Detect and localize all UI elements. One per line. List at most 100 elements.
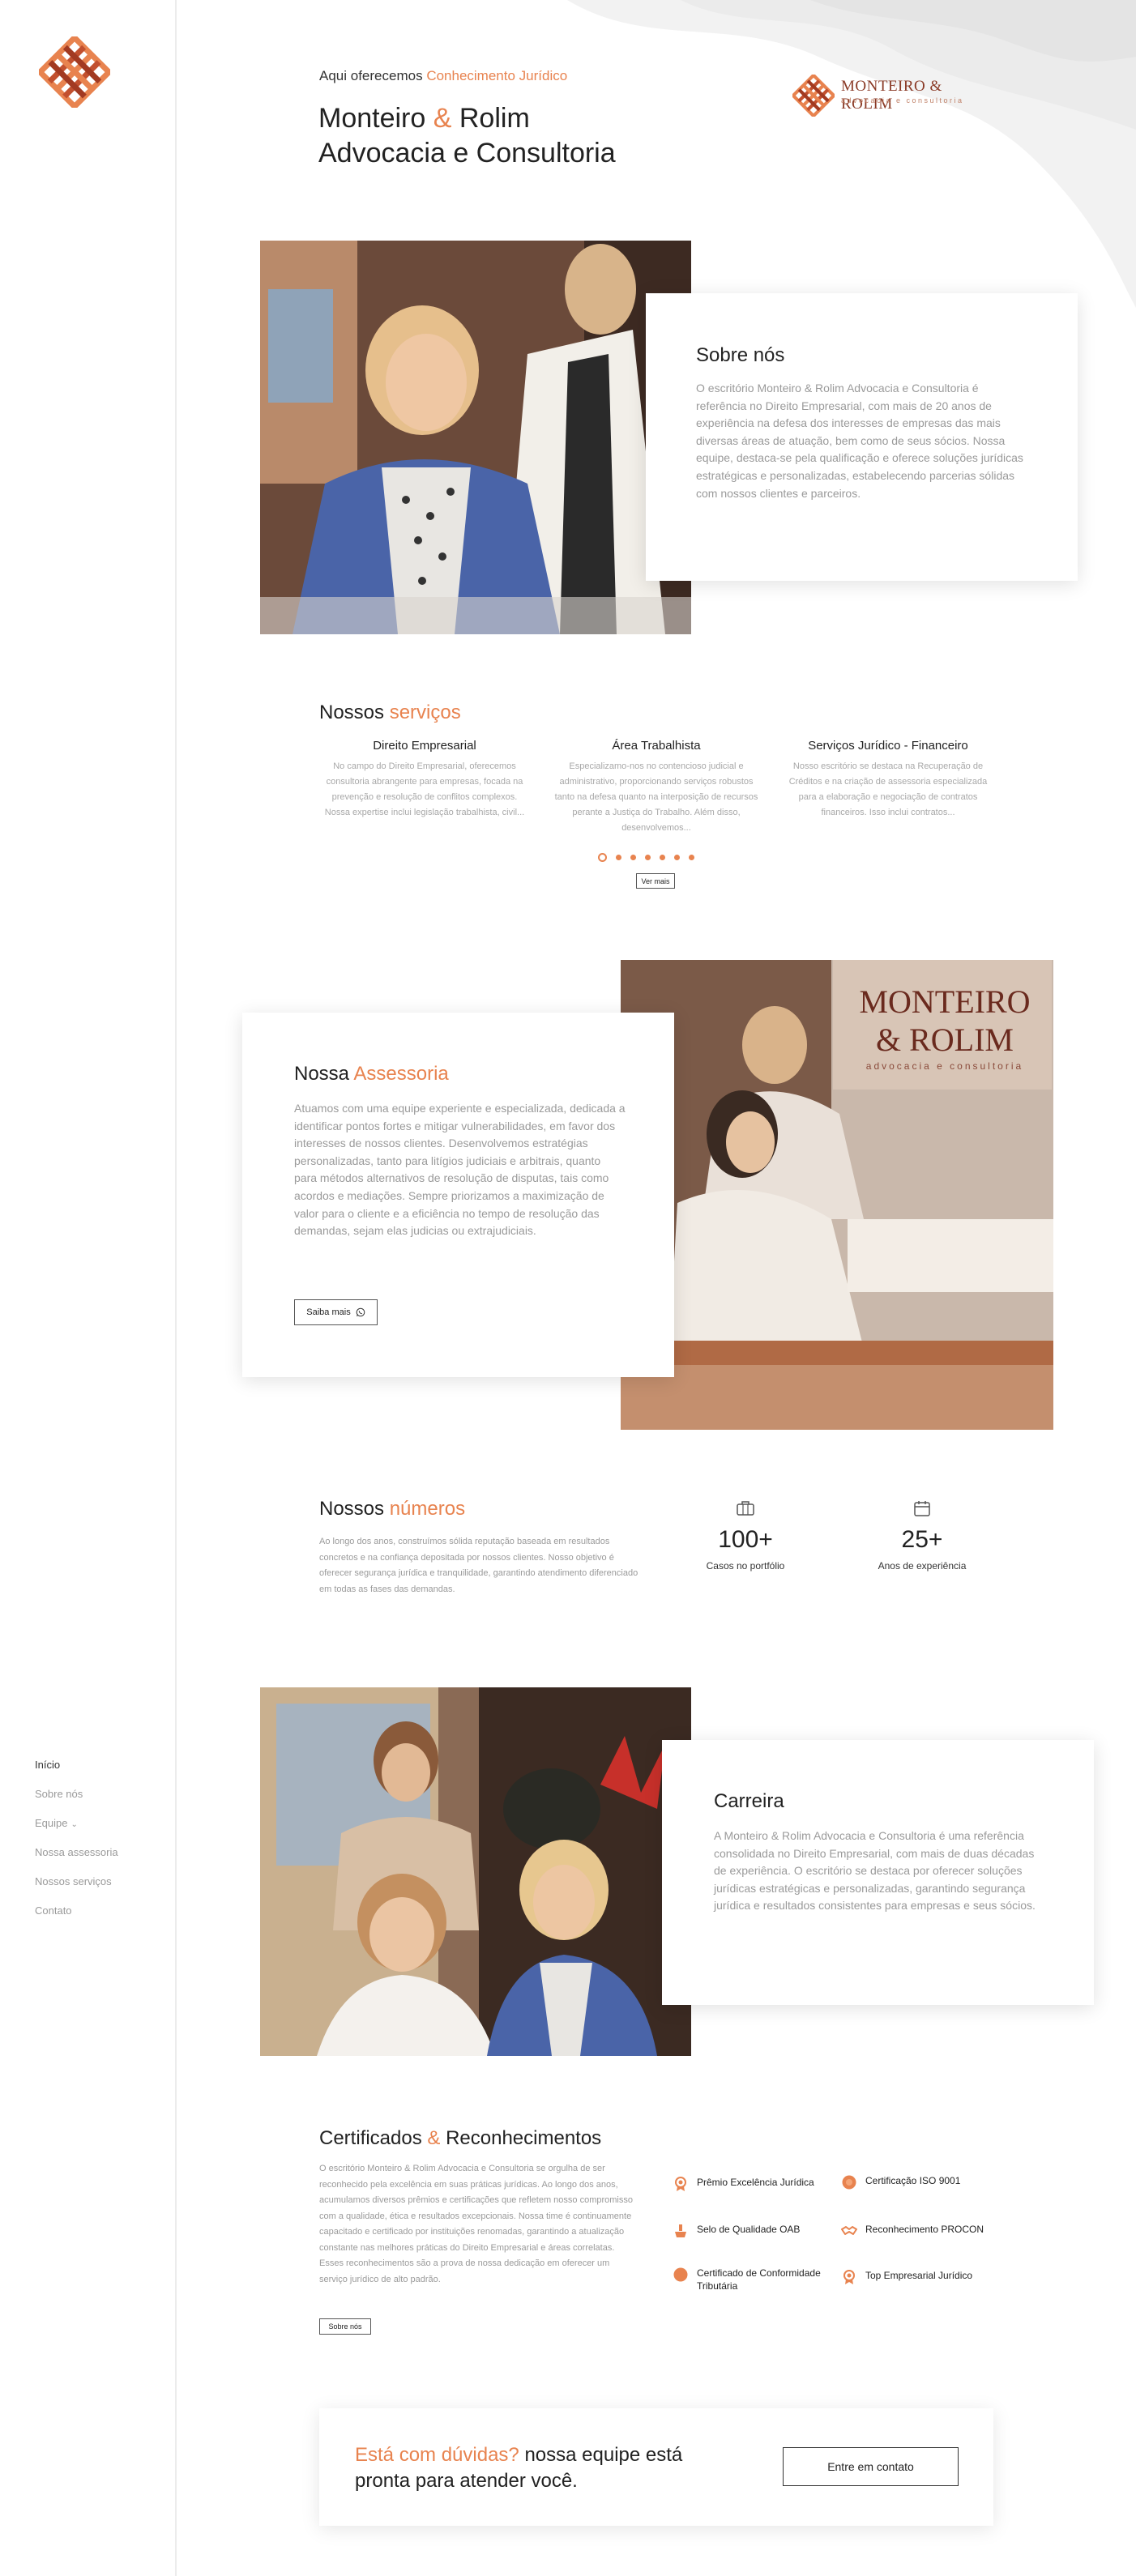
nav-item-equipe-label: Equipe bbox=[35, 1817, 68, 1829]
nav-item-equipe[interactable]: Equipe ⌄ bbox=[35, 1816, 118, 1845]
service-card[interactable]: Área Trabalhista Especializamo-nos no co… bbox=[551, 739, 762, 836]
career-text: A Monteiro & Rolim Advocacia e Consultor… bbox=[714, 1829, 1036, 1913]
sign-sub: advocacia e consultoria bbox=[866, 1060, 1023, 1072]
certificates-title-prefix: Certificados bbox=[319, 2127, 422, 2149]
carousel-dot[interactable] bbox=[616, 855, 621, 860]
service-card-title: Área Trabalhista bbox=[612, 739, 701, 753]
handshake-icon bbox=[841, 2226, 857, 2235]
calendar-icon bbox=[841, 1499, 1003, 1518]
cta-title: Está com dúvidas? nossa equipe está pron… bbox=[355, 2442, 728, 2494]
nav-item-inicio[interactable]: Início bbox=[35, 1758, 118, 1787]
hero-intro-prefix: Aqui oferecemos bbox=[319, 68, 423, 83]
sidebar-nav: Início Sobre nós Equipe ⌄ Nossa assessori… bbox=[35, 1758, 118, 1933]
career-photo bbox=[260, 1687, 691, 2056]
services-title: Nossos serviços bbox=[319, 702, 461, 724]
certificate-icon bbox=[673, 2267, 688, 2282]
brand-logo[interactable]: MONTEIRO & ROLIM advocacia e consultoria bbox=[792, 75, 995, 117]
cert-item: Reconhecimento PROCON bbox=[841, 2223, 1003, 2239]
carousel-dots bbox=[598, 853, 694, 862]
advisory-title: Nossa Assessoria bbox=[294, 1063, 449, 1085]
services-title-prefix: Nossos bbox=[319, 702, 385, 723]
badge-icon bbox=[842, 2175, 856, 2190]
briefcase-icon bbox=[664, 1499, 826, 1518]
contact-cta: Está com dúvidas? nossa equipe está pron… bbox=[319, 2408, 993, 2526]
hero-title-part2: Rolim bbox=[459, 103, 530, 134]
about-title: Sobre nós bbox=[696, 344, 785, 366]
certificates-title-amp: & bbox=[427, 2127, 441, 2149]
contact-button-label: Entre em contato bbox=[827, 2460, 914, 2473]
cert-item: Certificado de Conformidade Tributária bbox=[673, 2267, 835, 2292]
career-card: Carreira A Monteiro & Rolim Advocacia e … bbox=[662, 1740, 1094, 2005]
cert-item-label: Certificação ISO 9001 bbox=[865, 2175, 961, 2186]
hero-title-part1: Monteiro bbox=[318, 103, 426, 134]
advisory-more-label: Saiba mais bbox=[306, 1307, 351, 1317]
advisory-title-prefix: Nossa bbox=[294, 1063, 350, 1085]
nav-item-contato[interactable]: Contato bbox=[35, 1904, 118, 1933]
nav-item-sobre-nos[interactable]: Sobre nós bbox=[35, 1787, 118, 1816]
numbers-title-prefix: Nossos bbox=[319, 1498, 385, 1520]
service-card[interactable]: Serviços Jurídico - Financeiro Nosso esc… bbox=[783, 739, 993, 821]
cert-item-label: Reconhecimento PROCON bbox=[865, 2224, 984, 2235]
about-card: Sobre nós O escritório Monteiro & Rolim … bbox=[646, 293, 1078, 581]
sign-line1: MONTEIRO bbox=[859, 983, 1030, 1020]
carousel-dot[interactable] bbox=[645, 855, 651, 860]
cert-item-label: Certificado de Conformidade Tributária bbox=[697, 2267, 821, 2292]
sign-line2: & ROLIM bbox=[876, 1021, 1014, 1058]
advisory-photo: MONTEIRO & ROLIM advocacia e consultoria bbox=[621, 960, 1053, 1430]
certificates-about-button[interactable]: Sobre nós bbox=[319, 2318, 371, 2335]
services-more-label: Ver mais bbox=[641, 876, 670, 885]
advisory-photo-image: MONTEIRO & ROLIM advocacia e consultoria bbox=[621, 960, 1053, 1430]
stat-label: Casos no portfólio bbox=[706, 1560, 785, 1572]
career-photo-image bbox=[260, 1687, 691, 2056]
services-more-button[interactable]: Ver mais bbox=[636, 873, 675, 889]
career-title: Carreira bbox=[714, 1790, 784, 1812]
about-photo-image bbox=[260, 241, 691, 634]
certificates-about-label: Sobre nós bbox=[328, 2322, 362, 2331]
sidebar: Início Sobre nós Equipe ⌄ Nossa assessori… bbox=[0, 0, 177, 2576]
brand-name: MONTEIRO & ROLIM bbox=[841, 78, 942, 113]
cert-item: Prêmio Excelência Jurídica bbox=[673, 2176, 835, 2192]
carousel-dot[interactable] bbox=[630, 855, 636, 860]
service-card-text: No campo do Direito Empresarial, oferece… bbox=[324, 761, 525, 817]
cert-item: Top Empresarial Jurídico bbox=[841, 2269, 1003, 2285]
advisory-card: Nossa Assessoria Atuamos com uma equipe … bbox=[242, 1013, 674, 1377]
hero-title: Monteiro & Rolim Advocacia e Consultoria bbox=[318, 101, 707, 171]
contact-button[interactable]: Entre em contato bbox=[783, 2447, 959, 2486]
quality-seal-icon bbox=[675, 2224, 686, 2237]
service-card-title: Direito Empresarial bbox=[373, 739, 476, 753]
award-icon bbox=[675, 2177, 686, 2191]
chevron-down-icon: ⌄ bbox=[70, 1820, 78, 1829]
stat-value: 25+ bbox=[901, 1526, 943, 1553]
cert-item-label: Top Empresarial Jurídico bbox=[865, 2270, 973, 2281]
numbers-title-accent: números bbox=[389, 1498, 466, 1520]
hero-title-amp: & bbox=[433, 103, 452, 134]
service-card-text: Nosso escritório se destaca na Recuperaç… bbox=[788, 761, 988, 817]
logo-icon[interactable] bbox=[39, 36, 110, 108]
whatsapp-icon bbox=[356, 1307, 365, 1317]
carousel-dot[interactable] bbox=[660, 855, 665, 860]
advisory-more-button[interactable]: Saiba mais bbox=[294, 1299, 378, 1325]
hero-title-line2: Advocacia e Consultoria bbox=[318, 138, 616, 168]
brand-tagline: advocacia e consultoria bbox=[841, 96, 964, 104]
about-text: O escritório Monteiro & Rolim Advocacia … bbox=[696, 382, 1023, 500]
hero-intro: Aqui oferecemos Conhecimento Jurídico bbox=[319, 68, 567, 84]
hero-intro-accent: Conhecimento Jurídico bbox=[426, 68, 568, 83]
carousel-dot[interactable] bbox=[598, 853, 607, 862]
nav-item-nossos-servicos[interactable]: Nossos serviços bbox=[35, 1874, 118, 1904]
numbers-text: Ao longo dos anos, construímos sólida re… bbox=[319, 1537, 638, 1594]
stat-label: Anos de experiência bbox=[878, 1560, 967, 1572]
service-card[interactable]: Direito Empresarial No campo do Direito … bbox=[319, 739, 530, 821]
cert-item-label: Selo de Qualidade OAB bbox=[697, 2224, 801, 2235]
service-card-text: Especializamo-nos no contencioso judicia… bbox=[554, 761, 758, 833]
stat-years: 25+ Anos de experiência bbox=[841, 1499, 1003, 1572]
nav-item-nossa-assessoria[interactable]: Nossa assessoria bbox=[35, 1845, 118, 1874]
carousel-dot[interactable] bbox=[689, 855, 694, 860]
stat-value: 100+ bbox=[718, 1526, 773, 1553]
cert-item: Selo de Qualidade OAB bbox=[673, 2223, 835, 2239]
stat-cases: 100+ Casos no portfólio bbox=[664, 1499, 826, 1572]
about-photo bbox=[260, 241, 691, 634]
service-card-title: Serviços Jurídico - Financeiro bbox=[808, 739, 968, 753]
carousel-dot[interactable] bbox=[674, 855, 680, 860]
certificates-title-suffix: Reconhecimentos bbox=[446, 2127, 602, 2149]
advisory-text: Atuamos com uma equipe experiente e espe… bbox=[294, 1102, 626, 1238]
